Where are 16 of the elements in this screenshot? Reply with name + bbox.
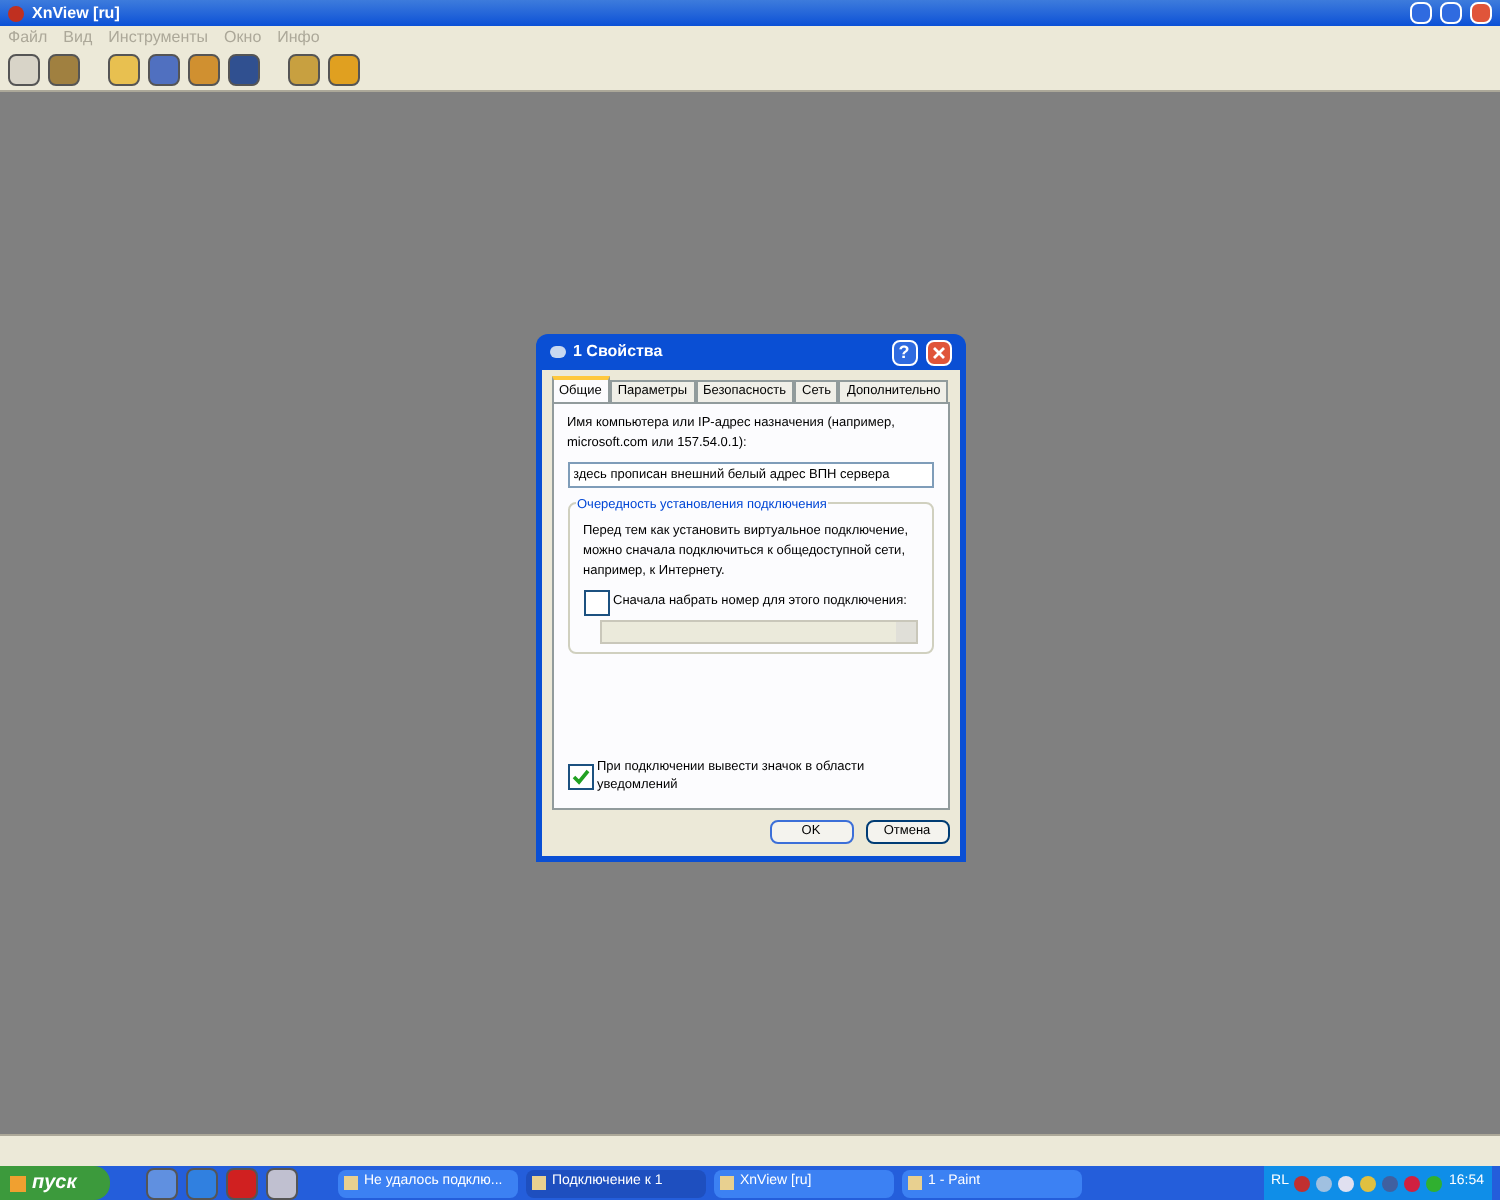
window-icon (344, 1176, 358, 1190)
dialog-icon (549, 346, 565, 358)
close-icon (931, 345, 945, 359)
window-title: XnView [ru] (32, 1, 120, 25)
close-button[interactable] (1470, 2, 1492, 24)
window-icon (532, 1176, 546, 1190)
checkbox[interactable] (567, 763, 593, 790)
close-button[interactable] (925, 339, 951, 365)
help-button[interactable]: ? (891, 339, 917, 365)
start-button[interactable]: пуск (0, 1166, 110, 1200)
dialog-title: 1 Свойства (573, 340, 665, 364)
minimize-button[interactable] (1410, 2, 1432, 24)
restore-button[interactable] (1440, 2, 1462, 24)
window-icon (908, 1176, 922, 1190)
checkbox[interactable] (583, 589, 609, 615)
window-icon (720, 1176, 734, 1190)
